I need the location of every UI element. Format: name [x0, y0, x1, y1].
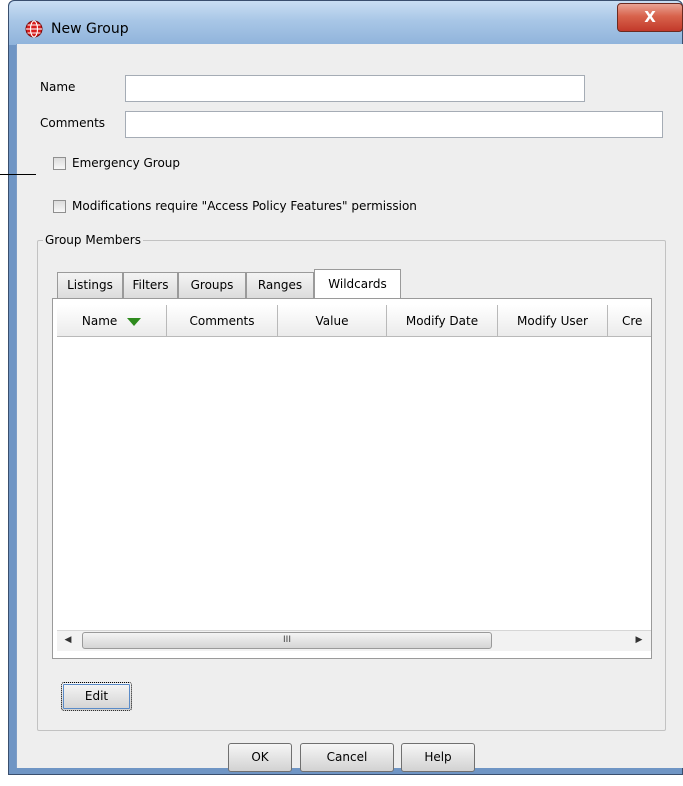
edit-button[interactable]: Edit [61, 682, 132, 711]
comments-field[interactable] [125, 111, 663, 138]
comments-label: Comments [40, 116, 106, 130]
scroll-left-arrow-icon[interactable]: ◀ [57, 630, 79, 651]
scrollbar-grip: III [283, 635, 291, 645]
name-label: Name [40, 80, 76, 94]
column-header-created[interactable]: Cre [608, 305, 651, 337]
column-header-name[interactable]: Name [57, 305, 167, 337]
cancel-button[interactable]: Cancel [300, 743, 394, 772]
column-header-modify-user[interactable]: Modify User [498, 305, 608, 337]
globe-icon [25, 20, 43, 38]
sort-descending-icon [127, 317, 142, 326]
tab-ranges[interactable]: Ranges [246, 272, 314, 298]
scroll-right-arrow-icon[interactable]: ▶ [628, 630, 650, 651]
close-icon: X [644, 8, 656, 26]
annotation-line [0, 174, 36, 175]
column-header-comments[interactable]: Comments [167, 305, 278, 337]
modifications-permission-checkbox[interactable] [53, 200, 66, 213]
tab-listings[interactable]: Listings [57, 272, 123, 298]
window-title: New Group [51, 21, 129, 37]
emergency-group-label[interactable]: Emergency Group [72, 156, 180, 170]
wildcards-table-body[interactable] [57, 337, 651, 630]
name-field[interactable] [125, 75, 585, 102]
column-header-modify-date[interactable]: Modify Date [387, 305, 498, 337]
tab-filters[interactable]: Filters [123, 272, 178, 298]
tab-groups[interactable]: Groups [178, 272, 246, 298]
modifications-permission-label[interactable]: Modifications require "Access Policy Fea… [72, 199, 417, 213]
help-button[interactable]: Help [401, 743, 475, 772]
tab-wildcards[interactable]: Wildcards [314, 269, 401, 299]
column-header-value[interactable]: Value [278, 305, 387, 337]
ok-button[interactable]: OK [228, 743, 292, 772]
close-button[interactable]: X [617, 3, 683, 32]
column-header-name-label: Name [81, 314, 118, 328]
group-members-legend: Group Members [43, 233, 143, 247]
scrollbar-thumb[interactable]: III [82, 632, 492, 649]
emergency-group-checkbox[interactable] [53, 157, 66, 170]
